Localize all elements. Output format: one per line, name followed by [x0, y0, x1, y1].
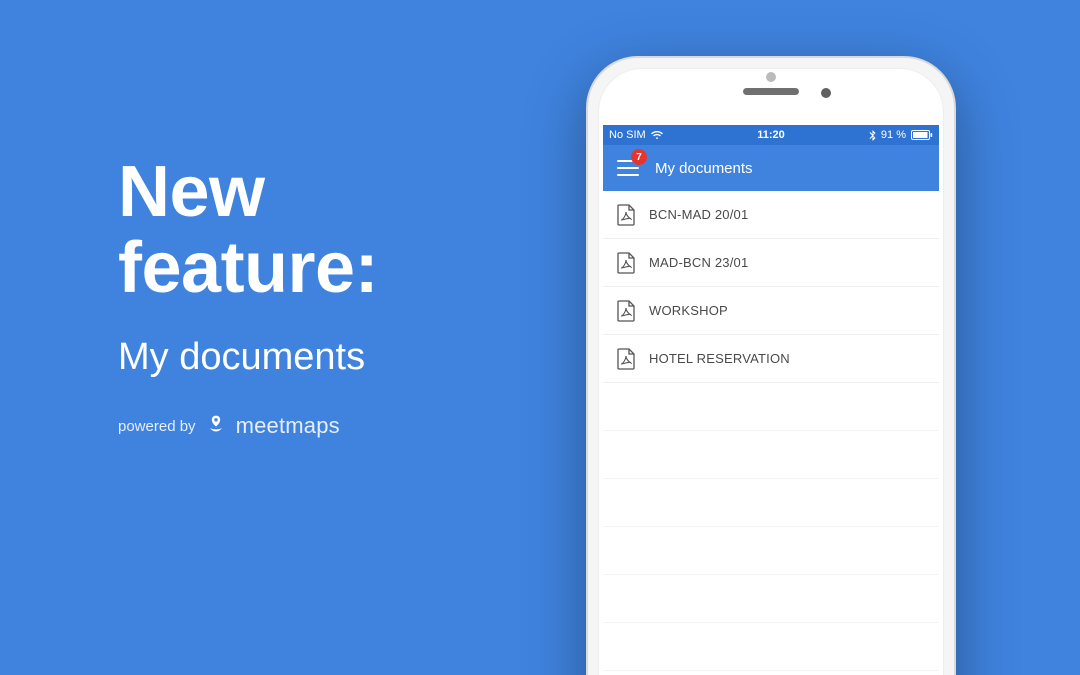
app-header: 7 My documents — [603, 145, 939, 191]
promo-subheading: My documents — [118, 336, 558, 379]
promo-heading: New feature: — [118, 155, 558, 306]
empty-row — [603, 575, 939, 623]
phone-mockup: No SIM 11:20 91 % — [586, 56, 956, 675]
brand-name: meetmaps — [236, 413, 340, 439]
page-title: My documents — [655, 160, 753, 177]
status-bar-left: No SIM — [609, 129, 663, 141]
menu-button[interactable]: 7 — [615, 155, 641, 181]
empty-row — [603, 431, 939, 479]
status-bar: No SIM 11:20 91 % — [603, 125, 939, 145]
powered-by-line: powered by meetmaps — [118, 413, 558, 439]
document-name: BCN-MAD 20/01 — [649, 207, 748, 222]
document-row[interactable]: MAD-BCN 23/01 — [603, 239, 939, 287]
status-bar-right: 91 % — [869, 129, 933, 141]
pdf-icon — [617, 252, 635, 274]
empty-row — [603, 383, 939, 431]
document-list: BCN-MAD 20/01 MAD-BCN 23/01 WORKSHOP — [603, 191, 939, 671]
promo-heading-line1: New — [118, 152, 265, 232]
phone-bezel: No SIM 11:20 91 % — [598, 68, 944, 675]
meetmaps-logo-icon — [206, 414, 226, 438]
empty-row — [603, 527, 939, 575]
document-row[interactable]: HOTEL RESERVATION — [603, 335, 939, 383]
empty-row — [603, 623, 939, 671]
powered-by-label: powered by — [118, 418, 196, 435]
carrier-text: No SIM — [609, 129, 646, 141]
pdf-icon — [617, 300, 635, 322]
battery-percent: 91 % — [881, 129, 906, 141]
pdf-icon — [617, 204, 635, 226]
battery-icon — [911, 130, 933, 140]
status-time: 11:20 — [757, 129, 785, 141]
phone-camera — [821, 88, 831, 98]
pdf-icon — [617, 348, 635, 370]
wifi-icon — [651, 131, 663, 140]
bluetooth-icon — [869, 130, 876, 141]
document-row[interactable]: WORKSHOP — [603, 287, 939, 335]
document-name: HOTEL RESERVATION — [649, 351, 790, 366]
document-name: MAD-BCN 23/01 — [649, 255, 748, 270]
document-row[interactable]: BCN-MAD 20/01 — [603, 191, 939, 239]
phone-speaker — [743, 88, 799, 95]
document-name: WORKSHOP — [649, 303, 728, 318]
phone-screen: No SIM 11:20 91 % — [603, 125, 939, 675]
promo-block: New feature: My documents powered by mee… — [118, 155, 558, 439]
phone-sensor-dot — [766, 72, 776, 82]
empty-row — [603, 479, 939, 527]
notification-badge: 7 — [631, 149, 647, 165]
promo-heading-line2: feature: — [118, 228, 378, 308]
